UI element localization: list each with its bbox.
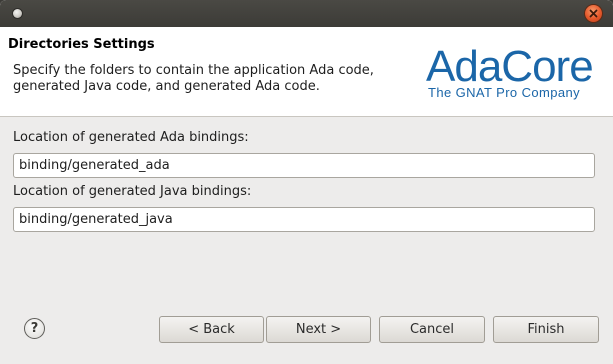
close-icon[interactable]: [585, 5, 602, 22]
adacore-logo: AdaCore The GNAT Pro Company: [426, 45, 598, 103]
java-bindings-input[interactable]: binding/generated_java: [13, 207, 595, 232]
finish-button[interactable]: Finish: [493, 316, 599, 343]
ada-bindings-label: Location of generated Ada bindings:: [13, 130, 249, 145]
next-button[interactable]: Next >: [266, 316, 371, 343]
help-icon[interactable]: ?: [24, 318, 45, 339]
cancel-button[interactable]: Cancel: [379, 316, 485, 343]
wizard-header-banner: Directories Settings Specify the folders…: [0, 27, 613, 117]
window-menu-icon[interactable]: [13, 9, 22, 18]
page-title: Directories Settings: [8, 37, 155, 52]
title-bar: [0, 0, 613, 27]
logo-wordmark: AdaCore: [426, 42, 594, 91]
java-bindings-label: Location of generated Java bindings:: [13, 184, 252, 199]
wizard-dialog: Directories Settings Specify the folders…: [0, 0, 613, 364]
logo-tagline: The GNAT Pro Company: [428, 85, 581, 100]
page-description: Specify the folders to contain the appli…: [13, 63, 374, 94]
ada-bindings-input[interactable]: binding/generated_ada: [13, 153, 595, 178]
back-button[interactable]: < Back: [159, 316, 264, 343]
